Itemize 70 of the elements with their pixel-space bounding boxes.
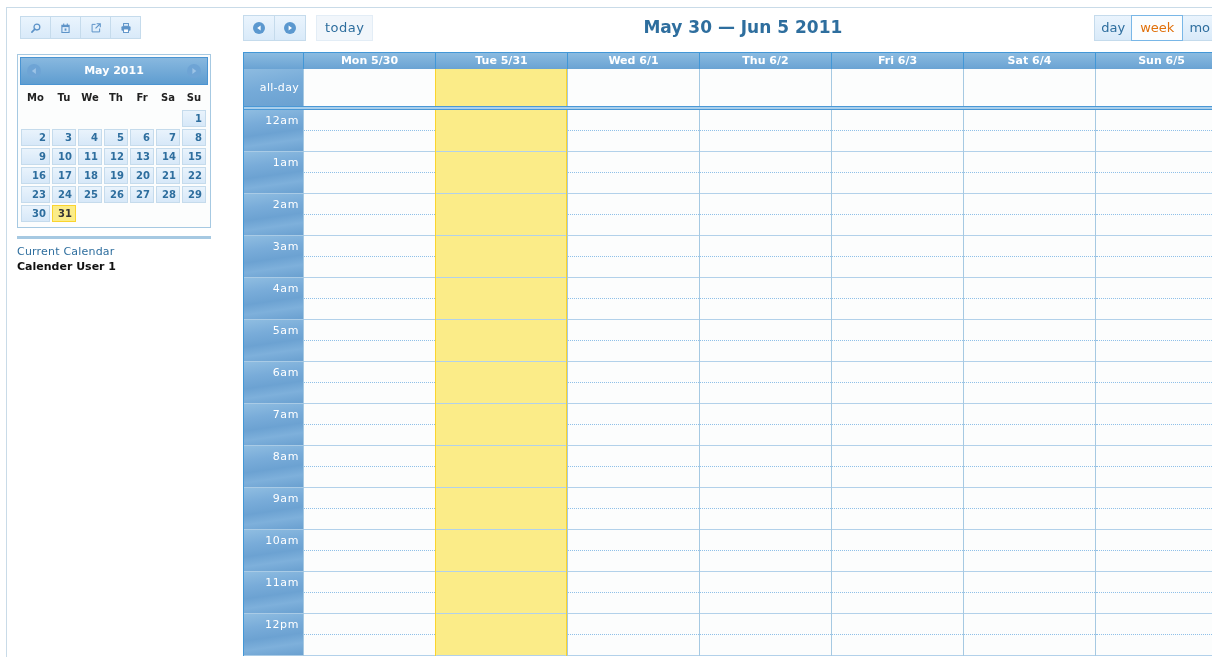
hour-label: 12pm [264, 617, 300, 633]
weekday-label: Sa [160, 91, 176, 105]
date-button[interactable]: 20 [130, 167, 154, 184]
date-button[interactable]: 24 [52, 186, 76, 203]
date-button[interactable]: 3 [52, 129, 76, 146]
date-button[interactable]: 8 [182, 129, 206, 146]
external-link-button[interactable] [80, 16, 111, 39]
weekday-label: Tu [56, 91, 72, 105]
hour-label: 8am [272, 449, 300, 465]
month-title: May 2011 [84, 62, 144, 79]
date-button[interactable]: 22 [182, 167, 206, 184]
date-button[interactable]: 4 [78, 129, 102, 146]
weekday-label: Mo [26, 91, 45, 105]
view-tab[interactable]: week [1131, 15, 1184, 41]
previous-button[interactable] [243, 15, 275, 41]
date-button[interactable]: 11 [78, 148, 102, 165]
hour-label: 4am [272, 281, 300, 297]
hour-label: 12am [265, 113, 300, 129]
hour-label: 11am [265, 575, 300, 591]
external-link-icon [90, 22, 101, 33]
date-button[interactable]: 14 [156, 148, 180, 165]
date-button[interactable]: 13 [130, 148, 154, 165]
date-button[interactable]: 17 [52, 167, 76, 184]
date-button[interactable]: 26 [104, 186, 128, 203]
date-button[interactable]: 1 [182, 110, 206, 127]
weekday-label: Th [108, 91, 124, 105]
date-button[interactable]: 9 [21, 148, 50, 165]
weekday-label: Fr [135, 91, 149, 105]
date-button[interactable]: 31 [52, 205, 76, 222]
date-button[interactable]: 15 [182, 148, 206, 165]
date-button[interactable]: 10 [52, 148, 76, 165]
hour-label: 5am [272, 323, 300, 339]
date-button[interactable]: 7 [156, 129, 180, 146]
view-tab[interactable]: day [1094, 15, 1133, 41]
section-heading: Current Calendar [17, 245, 116, 259]
date-button[interactable]: 25 [78, 186, 102, 203]
today-button[interactable]: today [316, 15, 374, 41]
date-button[interactable]: 21 [156, 167, 180, 184]
weekday-label: Su [185, 91, 203, 105]
date-button[interactable]: 12 [104, 148, 128, 165]
date-button[interactable]: 19 [104, 167, 128, 184]
date-button[interactable]: 18 [78, 167, 102, 184]
date-button[interactable]: 30 [21, 205, 50, 222]
search-icon [30, 22, 41, 33]
all-day-label: all-day [244, 69, 303, 106]
calendar-icon [61, 22, 70, 33]
hour-label: 10am [265, 533, 300, 549]
calendar-button[interactable] [50, 16, 81, 39]
print-button[interactable] [110, 16, 141, 39]
weekday-label: We [80, 91, 100, 105]
next-button[interactable] [274, 15, 306, 41]
date-range-title: May 30 — Jun 5 2011 [642, 17, 843, 38]
hour-label: 1am [272, 155, 300, 171]
view-tab[interactable]: mo [1182, 15, 1212, 41]
date-button[interactable]: 6 [130, 129, 154, 146]
date-button[interactable]: 5 [104, 129, 128, 146]
date-button[interactable]: 28 [156, 186, 180, 203]
date-button[interactable]: 29 [182, 186, 206, 203]
printer-icon [120, 22, 131, 33]
hour-label: 9am [272, 491, 300, 507]
date-button[interactable]: 27 [130, 186, 154, 203]
hour-label: 3am [272, 239, 300, 255]
hour-label: 7am [272, 407, 300, 423]
date-button[interactable]: 16 [21, 167, 50, 184]
hour-label: 6am [272, 365, 300, 381]
hour-label: 2am [272, 197, 300, 213]
date-button[interactable]: 2 [21, 129, 50, 146]
search-button[interactable] [20, 16, 51, 39]
date-button[interactable]: 23 [21, 186, 50, 203]
calendar-name: Calender User 1 [17, 259, 117, 274]
